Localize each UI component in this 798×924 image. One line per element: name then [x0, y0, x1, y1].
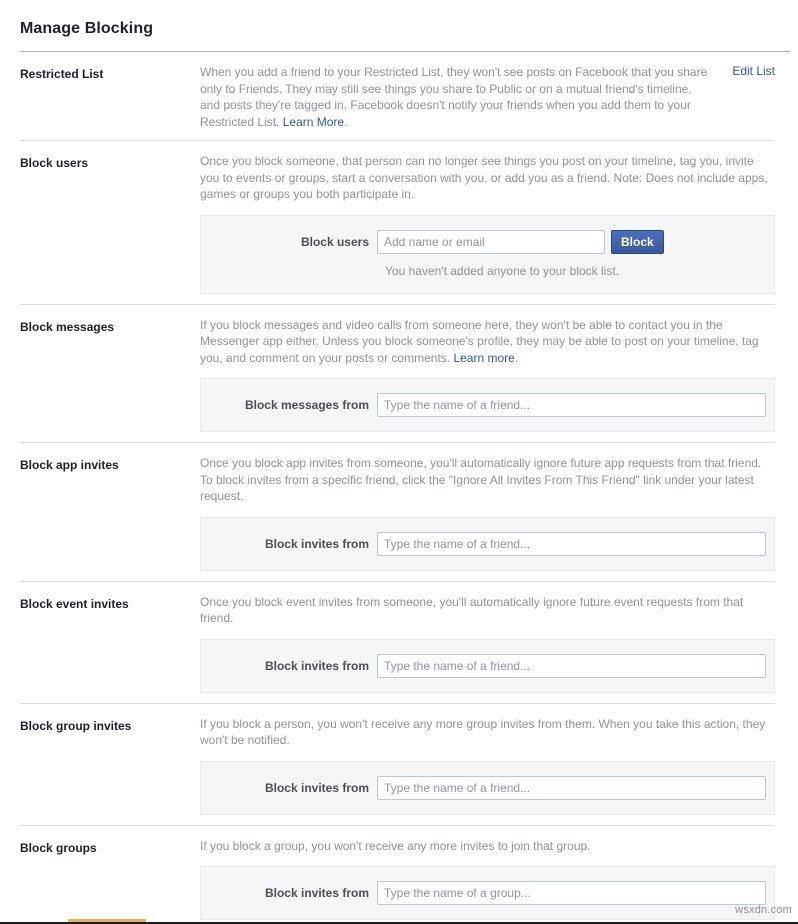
- section-block-users: Block users Once you block someone, that …: [20, 141, 775, 305]
- panel-row: Block invites from: [201, 653, 766, 678]
- section-description: If you block a person, you won't receive…: [200, 716, 775, 749]
- section-block-groups: Block groups If you block a group, you wo…: [20, 826, 775, 924]
- input-panel: Block invites from: [200, 516, 775, 571]
- learn-more-link[interactable]: Learn more: [453, 351, 514, 365]
- description-text: Once you block event invites from someon…: [200, 594, 744, 626]
- block-target-input[interactable]: [377, 531, 766, 556]
- section-label: Block app invites: [20, 458, 119, 472]
- section-body: Once you block app invites from someone,…: [200, 455, 775, 571]
- section-description: When you add a friend to your Restricted…: [200, 64, 775, 130]
- field-wrap: [377, 531, 766, 556]
- block-target-input[interactable]: [377, 393, 766, 417]
- field-label: Block invites from: [264, 536, 369, 551]
- block-target-input[interactable]: [377, 881, 766, 905]
- input-panel: Block invites from: [200, 760, 775, 815]
- field-label: Block users: [300, 234, 369, 249]
- description-text: Once you block app invites from someone,…: [200, 456, 762, 503]
- section-restricted-list: Restricted List When you add a friend to …: [20, 52, 775, 141]
- manage-blocking-page: Manage Blocking Restricted List When you …: [0, 0, 798, 924]
- panel-row: Block invites from: [201, 775, 766, 800]
- edit-list-link[interactable]: Edit List: [732, 64, 775, 78]
- panel-row: Block messages from: [201, 393, 766, 417]
- description-text: Once you block someone, that person can …: [200, 154, 768, 201]
- section-description: Once you block app invites from someone,…: [200, 455, 775, 505]
- block-target-input[interactable]: [377, 653, 766, 678]
- section-block-event-invites: Block event invites Once you block event …: [20, 582, 775, 704]
- field-wrap: [377, 775, 766, 800]
- description-text: If you block a group, you won't receive …: [200, 838, 591, 853]
- section-label: Block users: [20, 156, 89, 170]
- block-list-note: You haven't added anyone to your block l…: [385, 263, 620, 278]
- settings-sections: Restricted List When you add a friend to …: [0, 52, 798, 924]
- input-panel: Block invites from: [200, 638, 775, 693]
- section-body: If you block messages and video calls fr…: [200, 317, 775, 432]
- field-label: Block invites from: [264, 780, 369, 795]
- section-block-group-invites: Block group invites If you block a person…: [20, 704, 775, 826]
- page-title: Manage Blocking: [20, 20, 154, 37]
- field-wrap: [377, 393, 766, 417]
- section-description: Once you block event invites from someon…: [200, 594, 775, 627]
- block-target-input[interactable]: [377, 229, 605, 254]
- section-block-messages: Block messages If you block messages and …: [20, 305, 775, 443]
- section-label: Restricted List: [20, 67, 104, 81]
- block-target-input[interactable]: [377, 775, 766, 800]
- section-description: If you block a group, you won't receive …: [200, 838, 775, 855]
- field-wrap: [377, 881, 766, 905]
- input-panel: Block messages from: [200, 378, 775, 432]
- field-label: Block invites from: [264, 658, 369, 673]
- section-label: Block messages: [20, 319, 115, 334]
- watermark: wsxdn.com: [735, 904, 792, 916]
- section-body: Once you block event invites from someon…: [200, 594, 775, 693]
- description-text: If you block a person, you won't receive…: [200, 716, 766, 748]
- field-label: Block invites from: [264, 886, 369, 900]
- panel-row: Block invites from: [201, 531, 766, 556]
- section-block-app-invites: Block app invites Once you block app invi…: [20, 443, 775, 582]
- description-text-tail: .: [514, 350, 519, 365]
- field-label: Block messages from: [244, 398, 369, 412]
- learn-more-link[interactable]: Learn More: [283, 115, 344, 129]
- section-body: Once you block someone, that person can …: [200, 153, 775, 294]
- description-text: When you add a friend to your Restricted…: [200, 65, 708, 129]
- section-body: When you add a friend to your Restricted…: [200, 64, 775, 130]
- section-description: Once you block someone, that person can …: [200, 153, 775, 203]
- panel-row: Block invites from: [201, 881, 766, 905]
- section-body: If you block a group, you won't receive …: [200, 838, 775, 920]
- panel-row: Block users Block: [201, 229, 766, 254]
- input-panel: Block invites from: [200, 866, 775, 920]
- input-panel: Block users Block You haven't added anyone…: [200, 214, 775, 294]
- field-wrap: [377, 653, 766, 678]
- block-button[interactable]: Block: [611, 229, 664, 254]
- section-description: If you block messages and video calls fr…: [200, 317, 775, 367]
- section-label: Block groups: [20, 840, 97, 855]
- description-text-tail: .: [344, 114, 348, 129]
- field-wrap: Block: [377, 229, 766, 254]
- section-label: Block group invites: [20, 718, 132, 733]
- section-body: If you block a person, you won't receive…: [200, 716, 775, 815]
- section-label: Block event invites: [20, 596, 129, 611]
